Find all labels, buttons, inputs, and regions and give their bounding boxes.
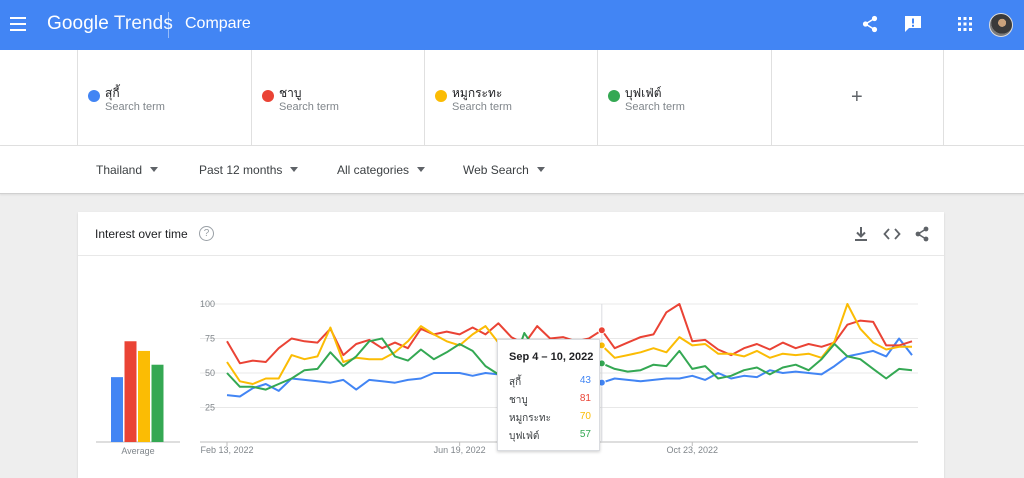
x-axis-ticks: Feb 13, 2022 Jun 19, 2022 Oct 23, 2022 [200,442,718,455]
tooltip-date: Sep 4 – 10, 2022 [509,351,594,363]
tooltip-term: ชาบู [509,395,528,406]
tooltip-term: สุกี้ [509,377,522,388]
average-bar [138,350,150,442]
average-bar [151,364,164,442]
y-axis-ticks: 100 75 50 25 [200,299,215,413]
tooltip-value: 70 [579,411,591,422]
tooltip-term: หมูกระทะ [509,413,551,424]
y-tick-label: 100 [200,299,215,309]
tooltip-value: 57 [579,429,591,440]
x-tick-label: Oct 23, 2022 [667,445,719,455]
x-tick-label: Jun 19, 2022 [434,445,486,455]
x-tick-label: Feb 13, 2022 [200,445,253,455]
hover-dot [597,326,606,335]
tooltip-term: บุฟเฟ่ต์ [509,431,540,442]
y-tick-label: 75 [205,334,215,344]
chart-tooltip: Sep 4 – 10, 2022 สุกี้ 43 ชาบู 81 หมูกระ… [497,339,600,451]
y-tick-label: 25 [205,403,215,413]
average-label: Average [121,446,154,456]
tooltip-value: 81 [579,393,591,404]
average-bar [124,341,137,442]
average-bar-chart [96,341,180,443]
average-bar [111,377,123,442]
y-tick-label: 50 [205,368,215,378]
tooltip-value: 43 [579,375,591,386]
